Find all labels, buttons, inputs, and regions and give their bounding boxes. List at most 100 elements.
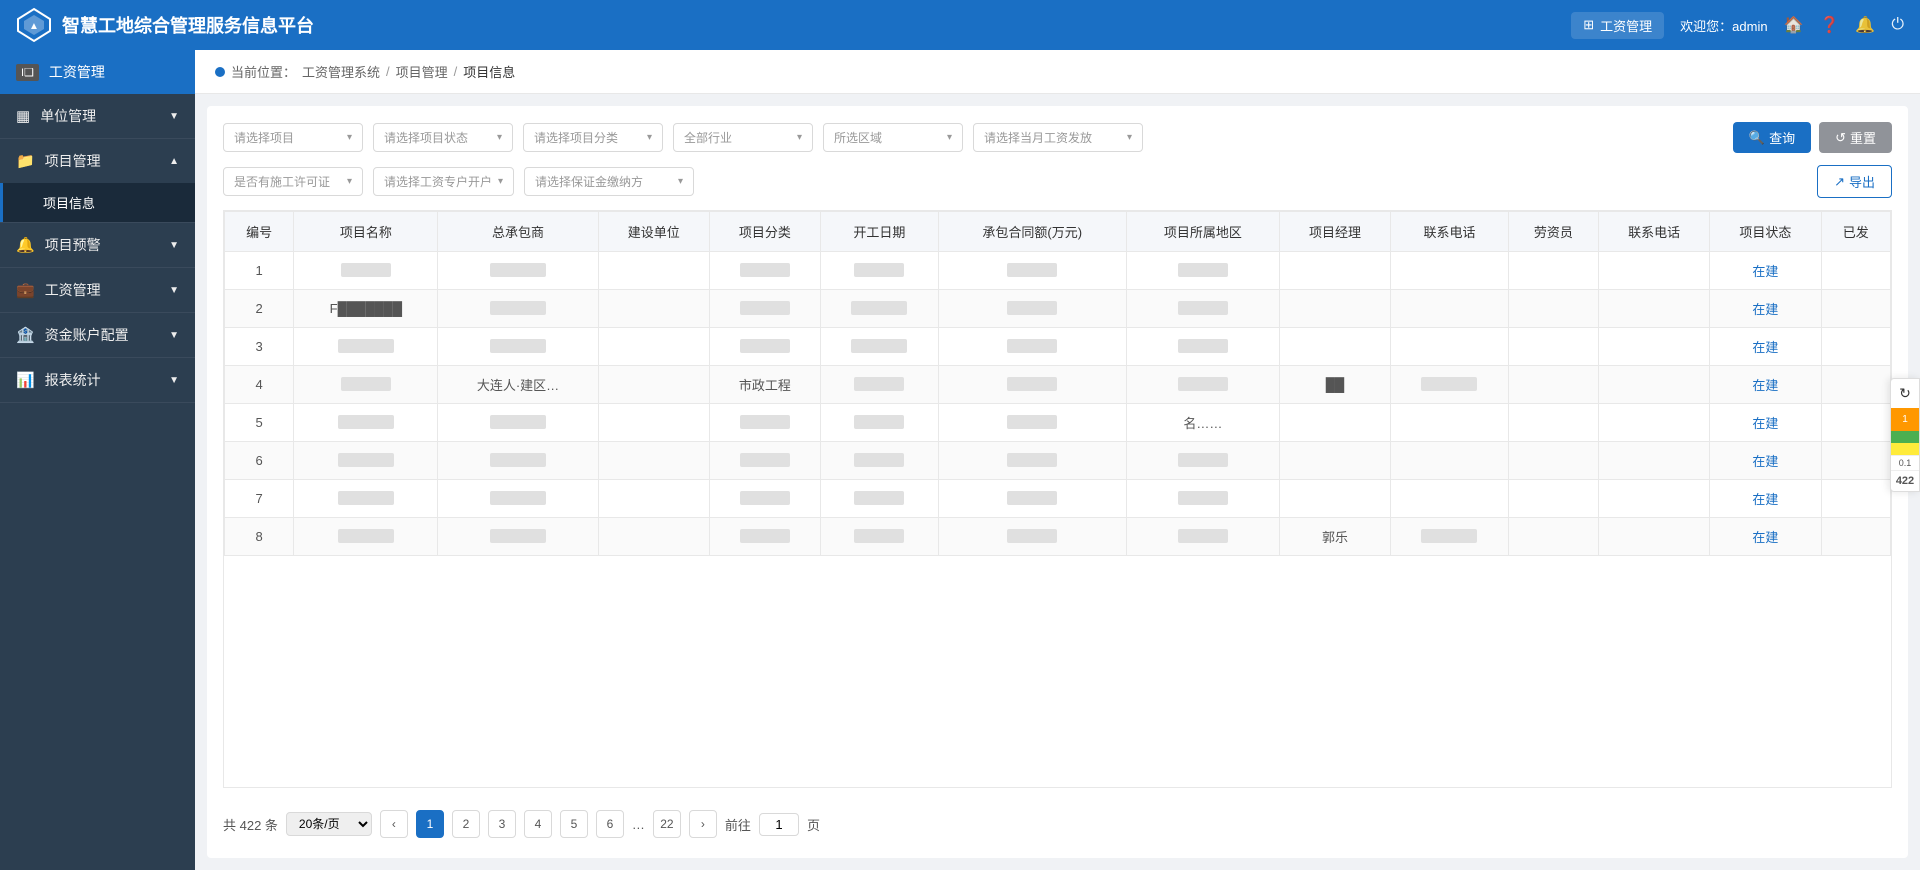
filter-salary-month[interactable]: 请选择当月工资发放 ▾ <box>973 123 1143 152</box>
filter-region[interactable]: 所选区域 ▾ <box>823 123 963 152</box>
export-button[interactable]: ↗ 导出 <box>1817 165 1892 198</box>
cell-value: 市政工程 <box>709 366 820 404</box>
filter-account[interactable]: 请选择工资专户开户 ▾ <box>373 167 514 196</box>
page-btn-1[interactable]: 1 <box>416 810 444 838</box>
cell-blurred: █████ ██ <box>821 290 939 328</box>
cell-manager <box>1279 252 1390 290</box>
cell-blurred: ████████ <box>1391 366 1509 404</box>
col-status: 项目状态 <box>1710 212 1821 252</box>
sidebar-item-report-stats[interactable]: 📊 报表统计 ▼ <box>0 358 195 402</box>
cell-blurred: ████ <box>1126 518 1279 556</box>
cell-blurred: ████████ <box>1391 518 1509 556</box>
page-btn-4[interactable]: 4 <box>524 810 552 838</box>
filter-status[interactable]: 请选择项目状态 ▾ <box>373 123 513 152</box>
bank-icon: 🏦 <box>16 326 35 344</box>
float-status-green[interactable] <box>1891 431 1919 443</box>
breadcrumb-item-1: 项目管理 <box>396 62 448 81</box>
chart-icon: 📊 <box>16 371 35 389</box>
page-size-select[interactable]: 20条/页 50条/页 100条/页 <box>286 812 372 836</box>
cell-id: 8 <box>225 518 294 556</box>
cell-empty <box>1391 290 1509 328</box>
cell-status: 在建 <box>1710 366 1821 404</box>
cell-blurred: ████ <box>1126 366 1279 404</box>
reset-button[interactable]: ↺ 重置 <box>1819 122 1892 153</box>
filter-category[interactable]: 请选择项目分类 ▾ <box>523 123 663 152</box>
next-page-btn[interactable]: › <box>689 810 717 838</box>
prev-page-btn[interactable]: ‹ <box>380 810 408 838</box>
cell-empty <box>598 328 709 366</box>
page-btn-5[interactable]: 5 <box>560 810 588 838</box>
filter-deposit[interactable]: 请选择保证金缴纳方 ▾ <box>524 167 694 196</box>
cell-blurred: ████ <box>938 366 1126 404</box>
page-btn-6[interactable]: 6 <box>596 810 624 838</box>
goto-page-input[interactable] <box>759 813 799 836</box>
sidebar-item-unit-mgmt[interactable]: ▦ 单位管理 ▼ <box>0 94 195 138</box>
cell-id: 1 <box>225 252 294 290</box>
cell-empty <box>1599 518 1710 556</box>
export-icon: ↗ <box>1834 174 1845 190</box>
module-label: 工资管理 <box>1600 16 1652 35</box>
cell-empty <box>1391 404 1509 442</box>
cell-blurred: ████ <box>938 404 1126 442</box>
sidebar-item-account-config[interactable]: 🏦 资金账户配置 ▼ <box>0 313 195 357</box>
col-start-date: 开工日期 <box>821 212 939 252</box>
chevron-down-icon: ▼ <box>169 375 179 386</box>
cell-empty <box>1599 290 1710 328</box>
filter-industry-label: 全部行业 <box>684 129 732 146</box>
cell-blurred: ██████ <box>294 366 438 404</box>
chevron-icon: ▾ <box>497 132 502 143</box>
cell-blurred: ██████ <box>294 252 438 290</box>
page-btn-2[interactable]: 2 <box>452 810 480 838</box>
cell-status: 在建 <box>1710 328 1821 366</box>
data-table: 编号 项目名称 总承包商 建设单位 项目分类 开工日期 承包合同额(万元) 项目… <box>224 211 1891 556</box>
cell-manager <box>1279 404 1390 442</box>
cell-worker <box>1508 328 1598 366</box>
report-stats-label: 报表统计 <box>45 370 101 390</box>
home-icon[interactable]: 🏠 <box>1784 15 1804 35</box>
filter-project-label: 请选择项目 <box>234 129 294 146</box>
sidebar-item-project-mgmt[interactable]: 📁 项目管理 ▲ <box>0 139 195 183</box>
notification-icon[interactable]: 🔔 <box>1855 15 1875 35</box>
filter-deposit-label: 请选择保证金缴纳方 <box>535 173 643 190</box>
page-btn-3[interactable]: 3 <box>488 810 516 838</box>
sidebar-item-wage-mgmt[interactable]: 💼 工资管理 ▼ <box>0 268 195 312</box>
float-refresh-btn[interactable]: ↻ <box>1891 379 1919 408</box>
module-menu-btn[interactable]: ⊞ 工资管理 <box>1571 12 1664 39</box>
table-row: 7 ████████ ████████ ████ ████ ██ ████ ██… <box>225 480 1891 518</box>
filter-project[interactable]: 请选择项目 ▾ <box>223 123 363 152</box>
cell-empty <box>1599 404 1710 442</box>
cell-blurred: ███████ <box>709 404 820 442</box>
filter-row-2: 是否有施工许可证 ▾ 请选择工资专户开户 ▾ 请选择保证金缴纳方 ▾ ↗ 导出 <box>223 165 1892 198</box>
chevron-up-icon: ▲ <box>169 156 179 167</box>
filter-license[interactable]: 是否有施工许可证 ▾ <box>223 167 363 196</box>
page-btn-last[interactable]: 22 <box>653 810 681 838</box>
query-button[interactable]: 🔍 查询 <box>1733 122 1811 153</box>
cell-empty <box>598 366 709 404</box>
cell-blurred: ████ <box>709 518 820 556</box>
float-count: 422 <box>1891 470 1919 491</box>
cell-blurred: ████████ <box>438 518 598 556</box>
cell-status: 在建 <box>1710 480 1821 518</box>
sidebar-sub-project-info[interactable]: 项目信息 <box>0 183 195 222</box>
cell-empty <box>1391 442 1509 480</box>
cell-manager <box>1279 328 1390 366</box>
filter-industry[interactable]: 全部行业 ▾ <box>673 123 813 152</box>
cell-issued <box>1821 442 1890 480</box>
cell-blurred: ████ ██ <box>821 252 939 290</box>
float-status-orange[interactable]: 1 <box>1891 408 1919 431</box>
account-config-label: 资金账户配置 <box>45 325 129 345</box>
sidebar-item-salary-mgmt[interactable]: I❑ 工资管理 <box>0 50 195 94</box>
sidebar-item-project-warning[interactable]: 🔔 项目预警 ▼ <box>0 223 195 267</box>
help-icon[interactable]: ❓ <box>1820 15 1840 35</box>
filter-status-label: 请选择项目状态 <box>384 129 468 146</box>
cell-id: 5 <box>225 404 294 442</box>
power-icon[interactable]: ⏻ <box>1891 16 1904 34</box>
cell-empty <box>1599 366 1710 404</box>
cell-issued <box>1821 328 1890 366</box>
cell-blurred: ████████ <box>438 442 598 480</box>
float-status-yellow[interactable] <box>1891 443 1919 455</box>
cell-issued <box>1821 404 1890 442</box>
filter-salary-month-label: 请选择当月工资发放 <box>984 129 1092 146</box>
cell-value: 名…… <box>1126 404 1279 442</box>
table-row: 6 ████████ ████████ ████ ████ ██ ████ ██… <box>225 442 1891 480</box>
